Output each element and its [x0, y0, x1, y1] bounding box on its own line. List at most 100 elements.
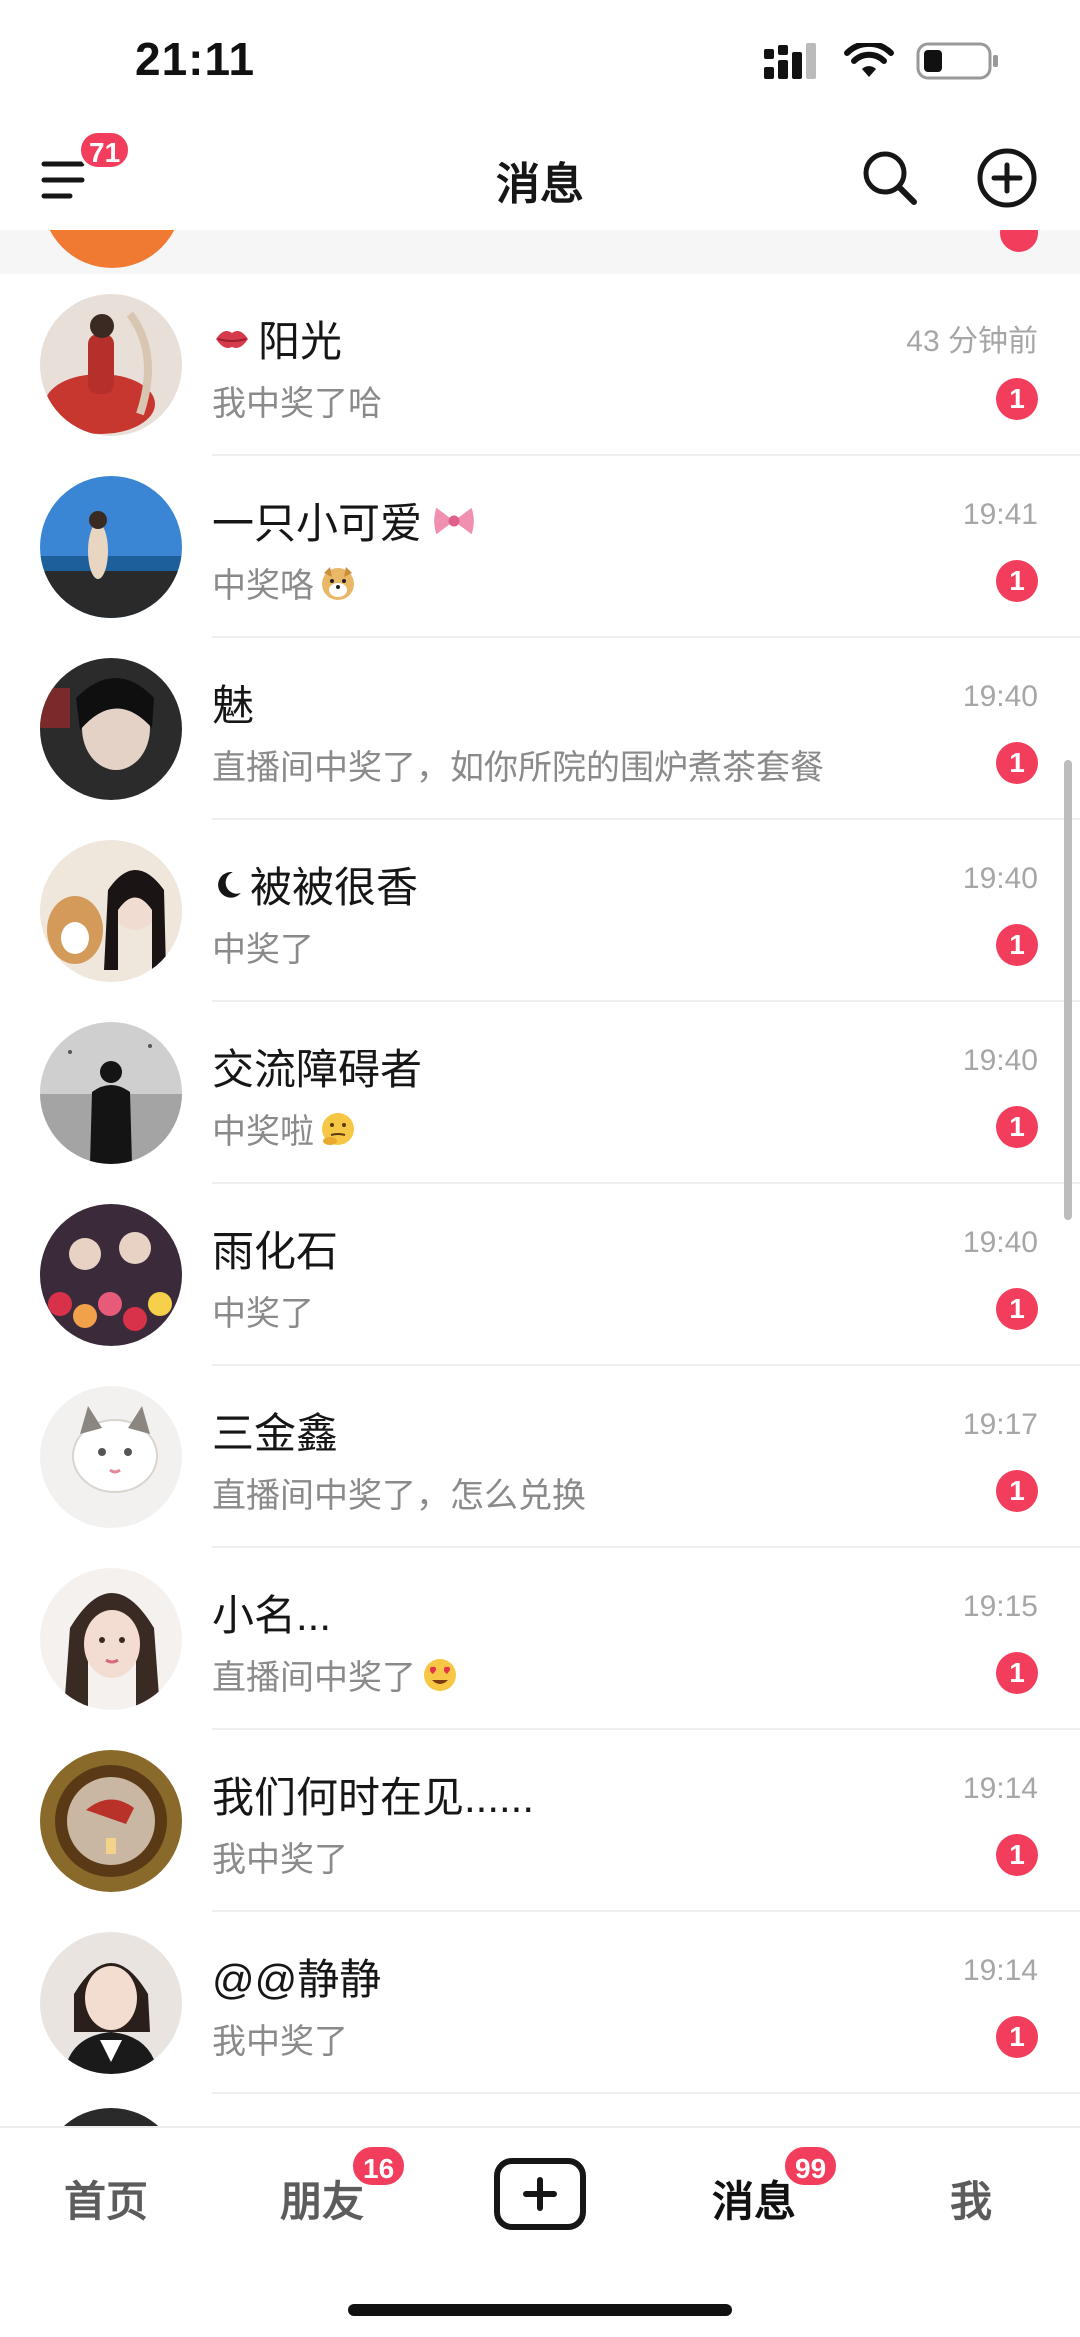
unread-badge: [1000, 230, 1038, 252]
avatar: [40, 476, 182, 618]
unread-badge: 1: [996, 2016, 1038, 2058]
conversation-preview-text: 直播间中奖了，如你所院的围炉煮茶套餐: [212, 749, 824, 787]
header: 71 消息: [0, 120, 1080, 230]
unread-badge: 1: [996, 1470, 1038, 1512]
conversation-time: 19:40: [962, 1044, 1038, 1077]
unread-badge: 1: [996, 1106, 1038, 1148]
conversation-name-text: 三金鑫: [212, 1410, 339, 1457]
kiss-lips-icon: [216, 330, 248, 348]
search-icon: [863, 151, 917, 205]
conversation-preview-text: 直播间中奖了，怎么兑换: [212, 1477, 586, 1515]
conversation-name-text: 交流障碍者: [212, 1046, 423, 1093]
conversation-preview: 中奖了: [212, 1286, 314, 1335]
conversation-name: 小名...: [212, 1582, 331, 1643]
tab-me[interactable]: 我: [950, 2168, 992, 2229]
conversation-name: 我们何时在见......: [212, 1764, 534, 1825]
partial-list-item[interactable]: [0, 230, 1080, 274]
conversation-time: 19:14: [962, 1954, 1038, 1987]
tab-friends[interactable]: 朋友: [280, 2168, 364, 2229]
conversation-time: 19:40: [962, 680, 1038, 713]
conversation-preview-text: 中奖咯: [212, 567, 314, 605]
conversation-name: 一只小可爱: [212, 490, 480, 551]
conversation-preview: 我中奖了哈: [212, 376, 382, 425]
conversation-preview-text: 直播间中奖了: [212, 1659, 416, 1697]
create-button[interactable]: [494, 2158, 586, 2230]
avatar: [40, 1386, 182, 1528]
conversation-item[interactable]: 我们何时在见...... 我中奖了 19:14 1: [0, 1730, 1080, 1912]
conversation-preview-text: 我中奖了: [212, 1841, 348, 1879]
messages-screen: 21:11 71 消息 阳光 我中奖了哈 43 分钟前 1 一只小可爱 中奖咯 …: [0, 0, 1080, 2337]
conversation-preview: 直播间中奖了，怎么兑换: [212, 1468, 586, 1517]
unread-badge: 1: [996, 1652, 1038, 1694]
conversation-preview-text: 我中奖了: [212, 2023, 348, 2061]
add-button[interactable]: [975, 146, 1039, 210]
status-time: 21:11: [135, 33, 256, 85]
conversation-item[interactable]: 阳光 我中奖了哈 43 分钟前 1: [0, 274, 1080, 456]
unread-badge: 1: [996, 924, 1038, 966]
scrollbar[interactable]: [1064, 760, 1072, 1220]
unread-badge: 1: [996, 1288, 1038, 1330]
conversation-preview: 我中奖了: [212, 2014, 348, 2063]
tab-home[interactable]: 首页: [64, 2168, 148, 2229]
conversation-preview-text: 中奖啦: [212, 1113, 314, 1151]
plus-icon: [523, 2177, 557, 2211]
conversation-time: 43 分钟前: [906, 325, 1038, 358]
conversation-item[interactable]: 一只小可爱 中奖咯 19:41 1: [0, 456, 1080, 638]
avatar: [42, 230, 182, 268]
conversation-time: 19:14: [962, 1772, 1038, 1805]
unread-badge: 1: [996, 742, 1038, 784]
avatar: [40, 294, 182, 436]
conversation-preview-text: 中奖了: [212, 1295, 314, 1333]
conversation-item[interactable]: 被被很香 中奖了 19:40 1: [0, 820, 1080, 1002]
conversation-name-text: 阳光: [258, 318, 343, 365]
conversation-name-text: 小名...: [212, 1592, 332, 1639]
plus-circle-icon: [977, 148, 1037, 208]
conversation-time: 19:40: [962, 1226, 1038, 1259]
crescent-moon-icon: [218, 871, 241, 898]
conversation-preview: 中奖了: [212, 922, 314, 971]
conversation-name-text: 我们何时在见......: [212, 1774, 535, 1821]
avatar: [40, 1022, 182, 1164]
conversation-time: 19:15: [962, 1590, 1038, 1623]
conversation-name-text: 魅: [212, 682, 255, 729]
conversation-name: 魅: [212, 672, 254, 733]
wifi-icon: [844, 43, 894, 77]
conversation-preview-text: 中奖了: [212, 931, 314, 969]
conversation-item[interactable]: 小名... 直播间中奖了 19:15 1: [0, 1548, 1080, 1730]
cellular-signal-icon: [764, 43, 816, 79]
avatar: [40, 1932, 182, 2074]
conversation-preview-text: 我中奖了哈: [212, 385, 382, 423]
status-icons: [764, 42, 1000, 80]
conversation-preview: 直播间中奖了: [212, 1650, 460, 1699]
conversation-preview: 我中奖了: [212, 1832, 348, 1881]
conversation-name: 雨化石: [212, 1218, 338, 1279]
conversation-name-text: 被被很香: [250, 864, 419, 911]
ribbon-bow-icon: [434, 507, 474, 534]
conversation-time: 19:41: [962, 498, 1038, 531]
unread-badge: 1: [996, 378, 1038, 420]
conversation-item[interactable]: 魅 直播间中奖了，如你所院的围炉煮茶套餐 19:40 1: [0, 638, 1080, 820]
home-indicator[interactable]: [348, 2304, 732, 2316]
search-button[interactable]: [858, 146, 922, 210]
conversation-item[interactable]: 三金鑫 直播间中奖了，怎么兑换 19:17 1: [0, 1366, 1080, 1548]
conversation-time: 19:40: [962, 862, 1038, 895]
avatar: [40, 1568, 182, 1710]
avatar: [40, 658, 182, 800]
conversation-item[interactable]: 雨化石 中奖了 19:40 1: [0, 1184, 1080, 1366]
messages-badge: 99: [782, 2144, 840, 2188]
tab-messages[interactable]: 消息: [712, 2168, 796, 2229]
dog-face-icon: [322, 566, 354, 600]
avatar: [40, 1204, 182, 1346]
friends-badge: 16: [350, 2144, 408, 2188]
conversation-item[interactable]: 交流障碍者 中奖啦 19:40 1: [0, 1002, 1080, 1184]
avatar: [40, 1750, 182, 1892]
conversation-name-text: @@静静: [212, 1956, 382, 2003]
conversation-item[interactable]: @@静静 我中奖了 19:14 1: [0, 1912, 1080, 2094]
conversation-name-text: 雨化石: [212, 1228, 339, 1275]
heart-eyes-face-icon: [424, 1658, 456, 1691]
conversation-name: 三金鑫: [212, 1400, 338, 1461]
conversation-name: 交流障碍者: [212, 1036, 422, 1097]
avatar: [40, 840, 182, 982]
status-bar: 21:11: [0, 0, 1080, 120]
conversation-list: 阳光 我中奖了哈 43 分钟前 1 一只小可爱 中奖咯 19:41 1 魅 直播…: [0, 274, 1080, 2250]
